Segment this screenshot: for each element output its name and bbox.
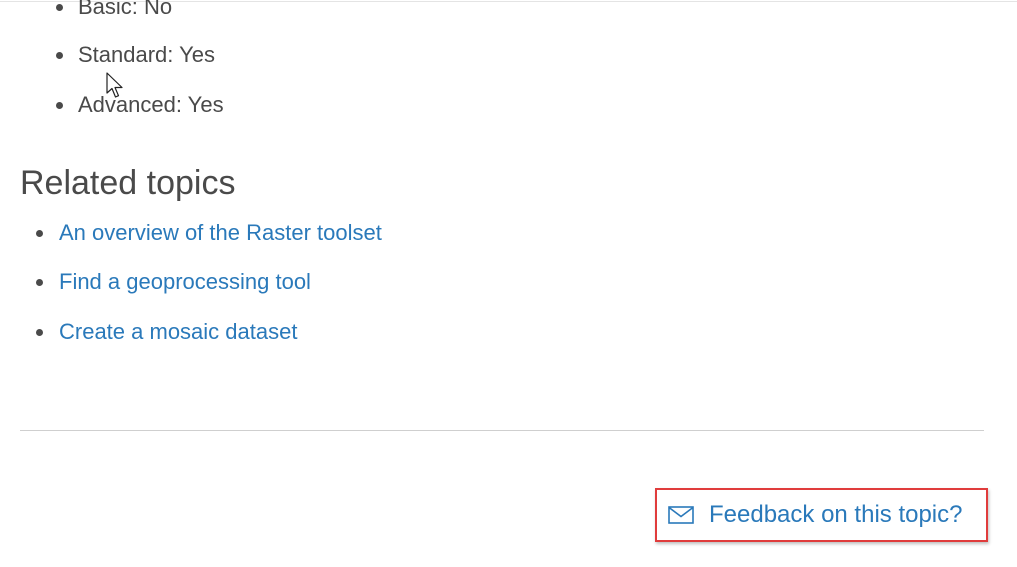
bullet <box>36 279 43 286</box>
mouse-pointer-icon <box>106 72 123 98</box>
license-standard-text: Standard: Yes <box>78 42 216 67</box>
bullet <box>56 4 63 11</box>
feedback-label: Feedback on this topic? <box>709 501 963 528</box>
link-create-mosaic-dataset[interactable]: Create a mosaic dataset <box>59 317 297 347</box>
mail-icon <box>668 506 694 524</box>
related-topics-heading: Related topics <box>20 164 236 202</box>
section-divider <box>20 430 984 431</box>
bullet <box>56 52 63 59</box>
link-raster-toolset-overview[interactable]: An overview of the Raster toolset <box>59 218 382 248</box>
bullet <box>56 102 63 109</box>
feedback-highlight-box: Feedback on this topic? <box>655 488 988 542</box>
bullet <box>36 329 43 336</box>
license-basic-text: Basic: No <box>78 0 173 19</box>
bullet <box>36 230 43 237</box>
license-advanced-text: Advanced: Yes <box>78 92 224 117</box>
link-find-geoprocessing-tool[interactable]: Find a geoprocessing tool <box>59 267 311 297</box>
